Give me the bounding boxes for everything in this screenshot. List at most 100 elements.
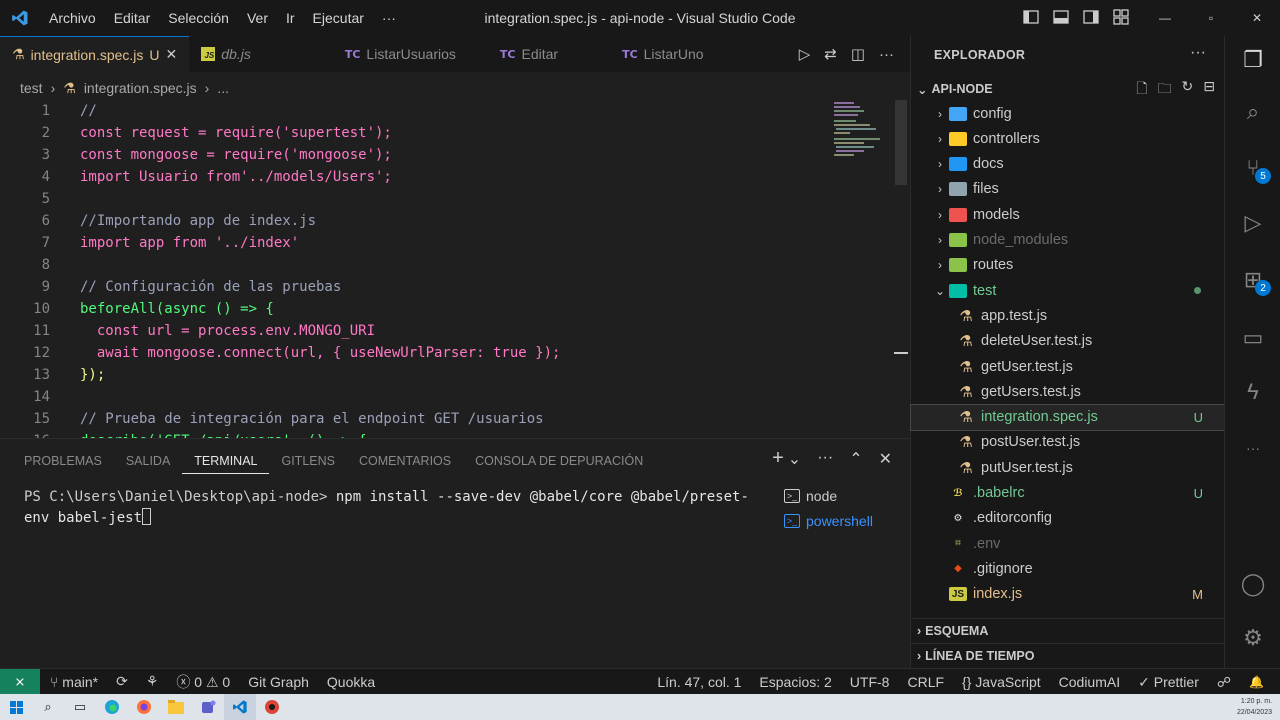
- remote-explorer-icon[interactable]: ▭: [1239, 324, 1267, 352]
- end-of-line[interactable]: CRLF: [907, 674, 944, 690]
- toggle-secondary-sidebar-icon[interactable]: [1082, 8, 1100, 26]
- chrome-icon[interactable]: [256, 694, 288, 720]
- minimap[interactable]: [832, 100, 890, 160]
- customize-layout-icon[interactable]: [1112, 8, 1130, 26]
- tree-item[interactable]: JS index.js M: [911, 582, 1225, 607]
- account-icon[interactable]: ◯: [1239, 570, 1267, 598]
- tree-item[interactable]: ⚗ postUser.test.js: [911, 430, 1225, 455]
- tree-item[interactable]: ⌗ .env: [911, 531, 1225, 556]
- encoding[interactable]: UTF-8: [850, 674, 890, 690]
- search-icon[interactable]: ⌕: [1239, 98, 1267, 126]
- maximize-panel-icon[interactable]: ⌃: [849, 449, 862, 469]
- terminal-item-node[interactable]: >_ node: [784, 483, 904, 508]
- tree-item[interactable]: ⚗ deleteUser.test.js: [911, 329, 1225, 354]
- tree-item[interactable]: ⚗ app.test.js: [911, 303, 1225, 328]
- menu-more[interactable]: ···: [373, 0, 405, 36]
- tab-integration-spec[interactable]: ⚗ integration.spec.js U ✕: [0, 36, 190, 72]
- feedback-icon[interactable]: ☍: [1217, 674, 1231, 691]
- tree-item[interactable]: ⌄ test: [911, 278, 1225, 303]
- tree-item[interactable]: ⚗ getUsers.test.js: [911, 379, 1225, 404]
- tree-item[interactable]: › config: [911, 101, 1225, 126]
- remote-indicator[interactable]: ⨯: [0, 668, 40, 695]
- refresh-icon[interactable]: ↻: [1182, 78, 1194, 102]
- section-outline[interactable]: › ESQUEMA: [911, 618, 1225, 643]
- problems-item[interactable]: ⓧ 0 ⚠ 0: [176, 672, 230, 692]
- toggle-panel-icon[interactable]: [1052, 8, 1070, 26]
- branch-item[interactable]: ⑂ main*: [50, 674, 98, 690]
- close-icon[interactable]: ✕: [166, 46, 178, 63]
- menu-ver[interactable]: Ver: [238, 0, 277, 36]
- editor-scrollbar[interactable]: [895, 100, 907, 185]
- sync-icon[interactable]: ⟳: [116, 673, 128, 690]
- extensions-icon[interactable]: ⊞ 2: [1239, 266, 1271, 296]
- search-icon[interactable]: ⌕: [32, 694, 64, 720]
- live-share-icon[interactable]: ⚘: [146, 673, 159, 690]
- tab-output[interactable]: SALIDA: [114, 449, 182, 474]
- new-file-icon[interactable]: 🗋: [1136, 78, 1147, 102]
- tree-item[interactable]: › controllers: [911, 126, 1225, 151]
- tree-item[interactable]: › docs: [911, 152, 1225, 177]
- indentation[interactable]: Espacios: 2: [759, 674, 831, 690]
- menu-archivo[interactable]: Archivo: [40, 0, 105, 36]
- tree-item[interactable]: ⚗ getUser.test.js: [911, 354, 1225, 379]
- close-panel-icon[interactable]: ✕: [879, 449, 892, 469]
- tree-item[interactable]: › node_modules: [911, 228, 1225, 253]
- task-view-icon[interactable]: ▭: [64, 694, 96, 720]
- terminal-item-powershell[interactable]: >_ powershell: [784, 508, 904, 533]
- tab-listar-usuarios[interactable]: TC ListarUsuarios: [333, 36, 468, 72]
- tab-editar[interactable]: TC Editar: [488, 36, 570, 72]
- codiumai-button[interactable]: CodiumAI: [1059, 674, 1120, 690]
- thunder-client-icon[interactable]: ϟ: [1239, 378, 1267, 406]
- edge-icon[interactable]: [96, 694, 128, 720]
- breadcrumb-file[interactable]: integration.spec.js: [84, 80, 197, 96]
- tree-item[interactable]: ℬ .babelrc U: [911, 481, 1225, 506]
- file-explorer-icon[interactable]: [160, 694, 192, 720]
- menu-ejecutar[interactable]: Ejecutar: [304, 0, 373, 36]
- section-timeline[interactable]: › LÍNEA DE TIEMPO: [911, 643, 1225, 668]
- tree-item[interactable]: ⚗ putUser.test.js: [911, 455, 1225, 480]
- explorer-icon[interactable]: ❐: [1239, 46, 1267, 74]
- manage-gear-icon[interactable]: ⚙: [1239, 624, 1267, 652]
- tree-item[interactable]: › routes: [911, 253, 1225, 278]
- menu-seleccion[interactable]: Selección: [159, 0, 238, 36]
- close-window-button[interactable]: ✕: [1234, 0, 1280, 36]
- terminal-output[interactable]: PS C:\Users\Daniel\Desktop\api-node> npm…: [24, 487, 754, 529]
- tab-gitlens[interactable]: GITLENS: [269, 449, 347, 474]
- menu-ir[interactable]: Ir: [277, 0, 304, 36]
- firefox-icon[interactable]: [128, 694, 160, 720]
- language-mode[interactable]: {} JavaScript: [962, 674, 1041, 690]
- toggle-primary-sidebar-icon[interactable]: [1022, 8, 1040, 26]
- cursor-position[interactable]: Lín. 47, col. 1: [657, 674, 741, 690]
- tree-item[interactable]: ⚙ .editorconfig: [911, 506, 1225, 531]
- quokka-button[interactable]: Quokka: [327, 674, 375, 690]
- vscode-icon[interactable]: [224, 694, 256, 720]
- minimize-button[interactable]: —: [1142, 0, 1188, 36]
- more-icon[interactable]: ···: [817, 449, 833, 469]
- code-editor[interactable]: 1// 2 const request = require('supertest'…: [0, 100, 910, 438]
- maximize-button[interactable]: ▫: [1188, 0, 1234, 36]
- windows-start-icon[interactable]: [0, 694, 32, 720]
- tree-item[interactable]: ◆ .gitignore: [911, 556, 1225, 581]
- chevron-down-icon[interactable]: ⌄: [788, 449, 801, 469]
- more-icon[interactable]: ···: [1190, 44, 1206, 62]
- tree-item[interactable]: › models: [911, 202, 1225, 227]
- new-folder-icon[interactable]: 🗀: [1158, 78, 1172, 102]
- project-header[interactable]: ⌄ API-NODE 🗋 🗀 ↻ ⊟: [911, 78, 1225, 100]
- run-icon[interactable]: ▷: [799, 45, 811, 63]
- tab-debug-console[interactable]: CONSOLA DE DEPURACIÓN: [463, 449, 655, 474]
- run-debug-icon[interactable]: ▷: [1239, 209, 1267, 237]
- source-control-icon[interactable]: ⑂ 5: [1239, 154, 1271, 184]
- taskbar-clock[interactable]: 1:20 p. m. 22/04/2023: [1237, 696, 1272, 718]
- tab-terminal[interactable]: TERMINAL: [182, 449, 270, 474]
- compare-icon[interactable]: ⇄: [824, 45, 837, 63]
- prettier-button[interactable]: ✓ Prettier: [1138, 674, 1199, 691]
- breadcrumb-folder[interactable]: test: [20, 80, 43, 96]
- more-actions-icon[interactable]: ···: [879, 46, 894, 63]
- new-terminal-icon[interactable]: +: [772, 448, 784, 469]
- git-graph-button[interactable]: Git Graph: [248, 674, 309, 690]
- tab-db-js[interactable]: JS db.js: [189, 36, 263, 72]
- more-icon[interactable]: ···: [1239, 434, 1267, 462]
- split-editor-icon[interactable]: ◫: [851, 45, 865, 63]
- breadcrumb-more[interactable]: ...: [217, 80, 229, 96]
- collapse-icon[interactable]: ⊟: [1203, 78, 1215, 102]
